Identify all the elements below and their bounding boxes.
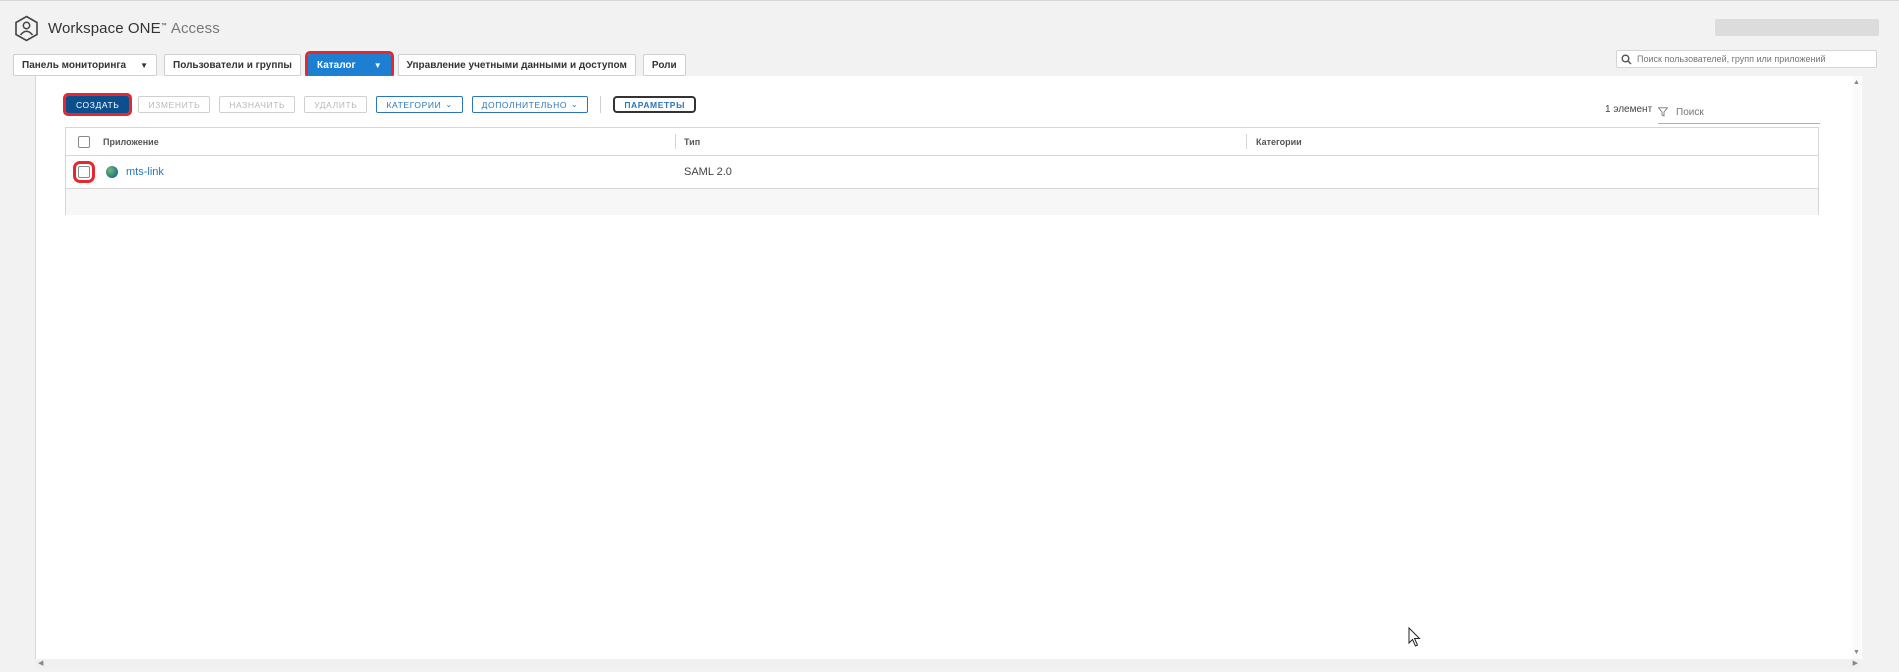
toolbar-divider xyxy=(600,96,602,113)
list-filter[interactable] xyxy=(1658,101,1820,124)
settings-button[interactable]: ПАРАМЕТРЫ xyxy=(613,96,696,113)
app-type: SAML 2.0 xyxy=(684,166,732,178)
globe-app-icon xyxy=(106,166,118,178)
item-count: 1 элемент xyxy=(1605,104,1653,115)
categories-button[interactable]: КАТЕГОРИИ ⌄ xyxy=(376,96,463,113)
app-cell: mts-link xyxy=(103,156,164,188)
vertical-scrollbar[interactable]: ▲ ▼ xyxy=(1853,76,1861,659)
chevron-down-icon: ⌄ xyxy=(445,100,453,109)
more-label: ДОПОЛНИТЕЛЬНО xyxy=(481,99,568,110)
tab-roles-label: Роли xyxy=(651,59,677,71)
column-header-type[interactable]: Тип xyxy=(684,128,700,155)
column-divider[interactable] xyxy=(1246,134,1247,149)
table-header: Приложение Тип Категории xyxy=(66,128,1818,156)
top-bar: Workspace ONE™ Access Панель мониторинга … xyxy=(0,0,1899,79)
table-footer xyxy=(66,189,1818,215)
app-name-link[interactable]: mts-link xyxy=(126,166,164,178)
row-select-cell xyxy=(66,161,102,183)
global-search[interactable] xyxy=(1616,50,1877,68)
brand[interactable]: Workspace ONE™ Access xyxy=(13,15,220,42)
tab-identity-access-label: Управление учетными данными и доступом xyxy=(406,59,627,71)
assign-button[interactable]: НАЗНАЧИТЬ xyxy=(219,96,296,113)
row-checkbox[interactable] xyxy=(73,161,95,183)
delete-button[interactable]: УДАЛИТЬ xyxy=(304,96,368,113)
tab-dashboard[interactable]: Панель мониторинга ▼ xyxy=(13,54,158,76)
caret-down-icon[interactable]: ▼ xyxy=(140,61,148,70)
tab-identity-access[interactable]: Управление учетными данными и доступом xyxy=(397,54,636,76)
workspace-one-logo-icon xyxy=(15,15,38,42)
table-row[interactable]: mts-link SAML 2.0 xyxy=(66,156,1818,189)
type-cell: SAML 2.0 xyxy=(684,156,732,188)
scroll-down-icon[interactable]: ▼ xyxy=(1853,649,1860,656)
scroll-left-icon[interactable]: ◀ xyxy=(38,659,43,667)
select-all-checkbox[interactable] xyxy=(78,135,90,148)
scroll-up-icon[interactable]: ▲ xyxy=(1853,79,1860,86)
main-nav: Панель мониторинга ▼ Пользователи и груп… xyxy=(13,51,693,79)
global-search-input[interactable] xyxy=(1635,53,1864,65)
filter-icon xyxy=(1658,107,1668,117)
catalog-toolbar: СОЗДАТЬ ИЗМЕНИТЬ НАЗНАЧИТЬ УДАЛИТЬ КАТЕГ… xyxy=(62,93,705,116)
product-title: Workspace ONE™ Access xyxy=(48,20,220,37)
column-divider[interactable] xyxy=(675,134,676,149)
filter-input[interactable] xyxy=(1674,105,1808,119)
column-header-app[interactable]: Приложение xyxy=(103,128,159,155)
create-button[interactable]: СОЗДАТЬ xyxy=(62,93,133,116)
edit-button[interactable]: ИЗМЕНИТЬ xyxy=(138,96,211,113)
tab-dashboard-label: Панель мониторинга xyxy=(22,59,127,71)
tab-users-groups[interactable]: Пользователи и группы xyxy=(164,54,301,76)
chevron-down-icon: ⌄ xyxy=(571,100,579,109)
mouse-pointer-icon xyxy=(1408,627,1421,647)
select-all-cell xyxy=(66,135,102,148)
search-icon xyxy=(1621,54,1632,65)
categories-label: КАТЕГОРИИ xyxy=(386,99,442,110)
column-header-categories[interactable]: Категории xyxy=(1256,128,1302,155)
tab-catalog[interactable]: Каталог ▼ xyxy=(304,51,394,79)
tab-users-groups-label: Пользователи и группы xyxy=(173,59,292,71)
horizontal-scrollbar[interactable]: ◀ ▶ xyxy=(35,659,1861,669)
scroll-right-icon[interactable]: ▶ xyxy=(1853,659,1858,667)
user-menu[interactable] xyxy=(1715,19,1879,36)
apps-table: Приложение Тип Категории mts-link SAML 2… xyxy=(65,127,1819,215)
more-button[interactable]: ДОПОЛНИТЕЛЬНО ⌄ xyxy=(471,96,589,113)
tab-catalog-label: Каталог xyxy=(316,59,356,71)
tab-roles[interactable]: Роли xyxy=(642,54,686,76)
caret-down-icon[interactable]: ▼ xyxy=(374,61,382,70)
